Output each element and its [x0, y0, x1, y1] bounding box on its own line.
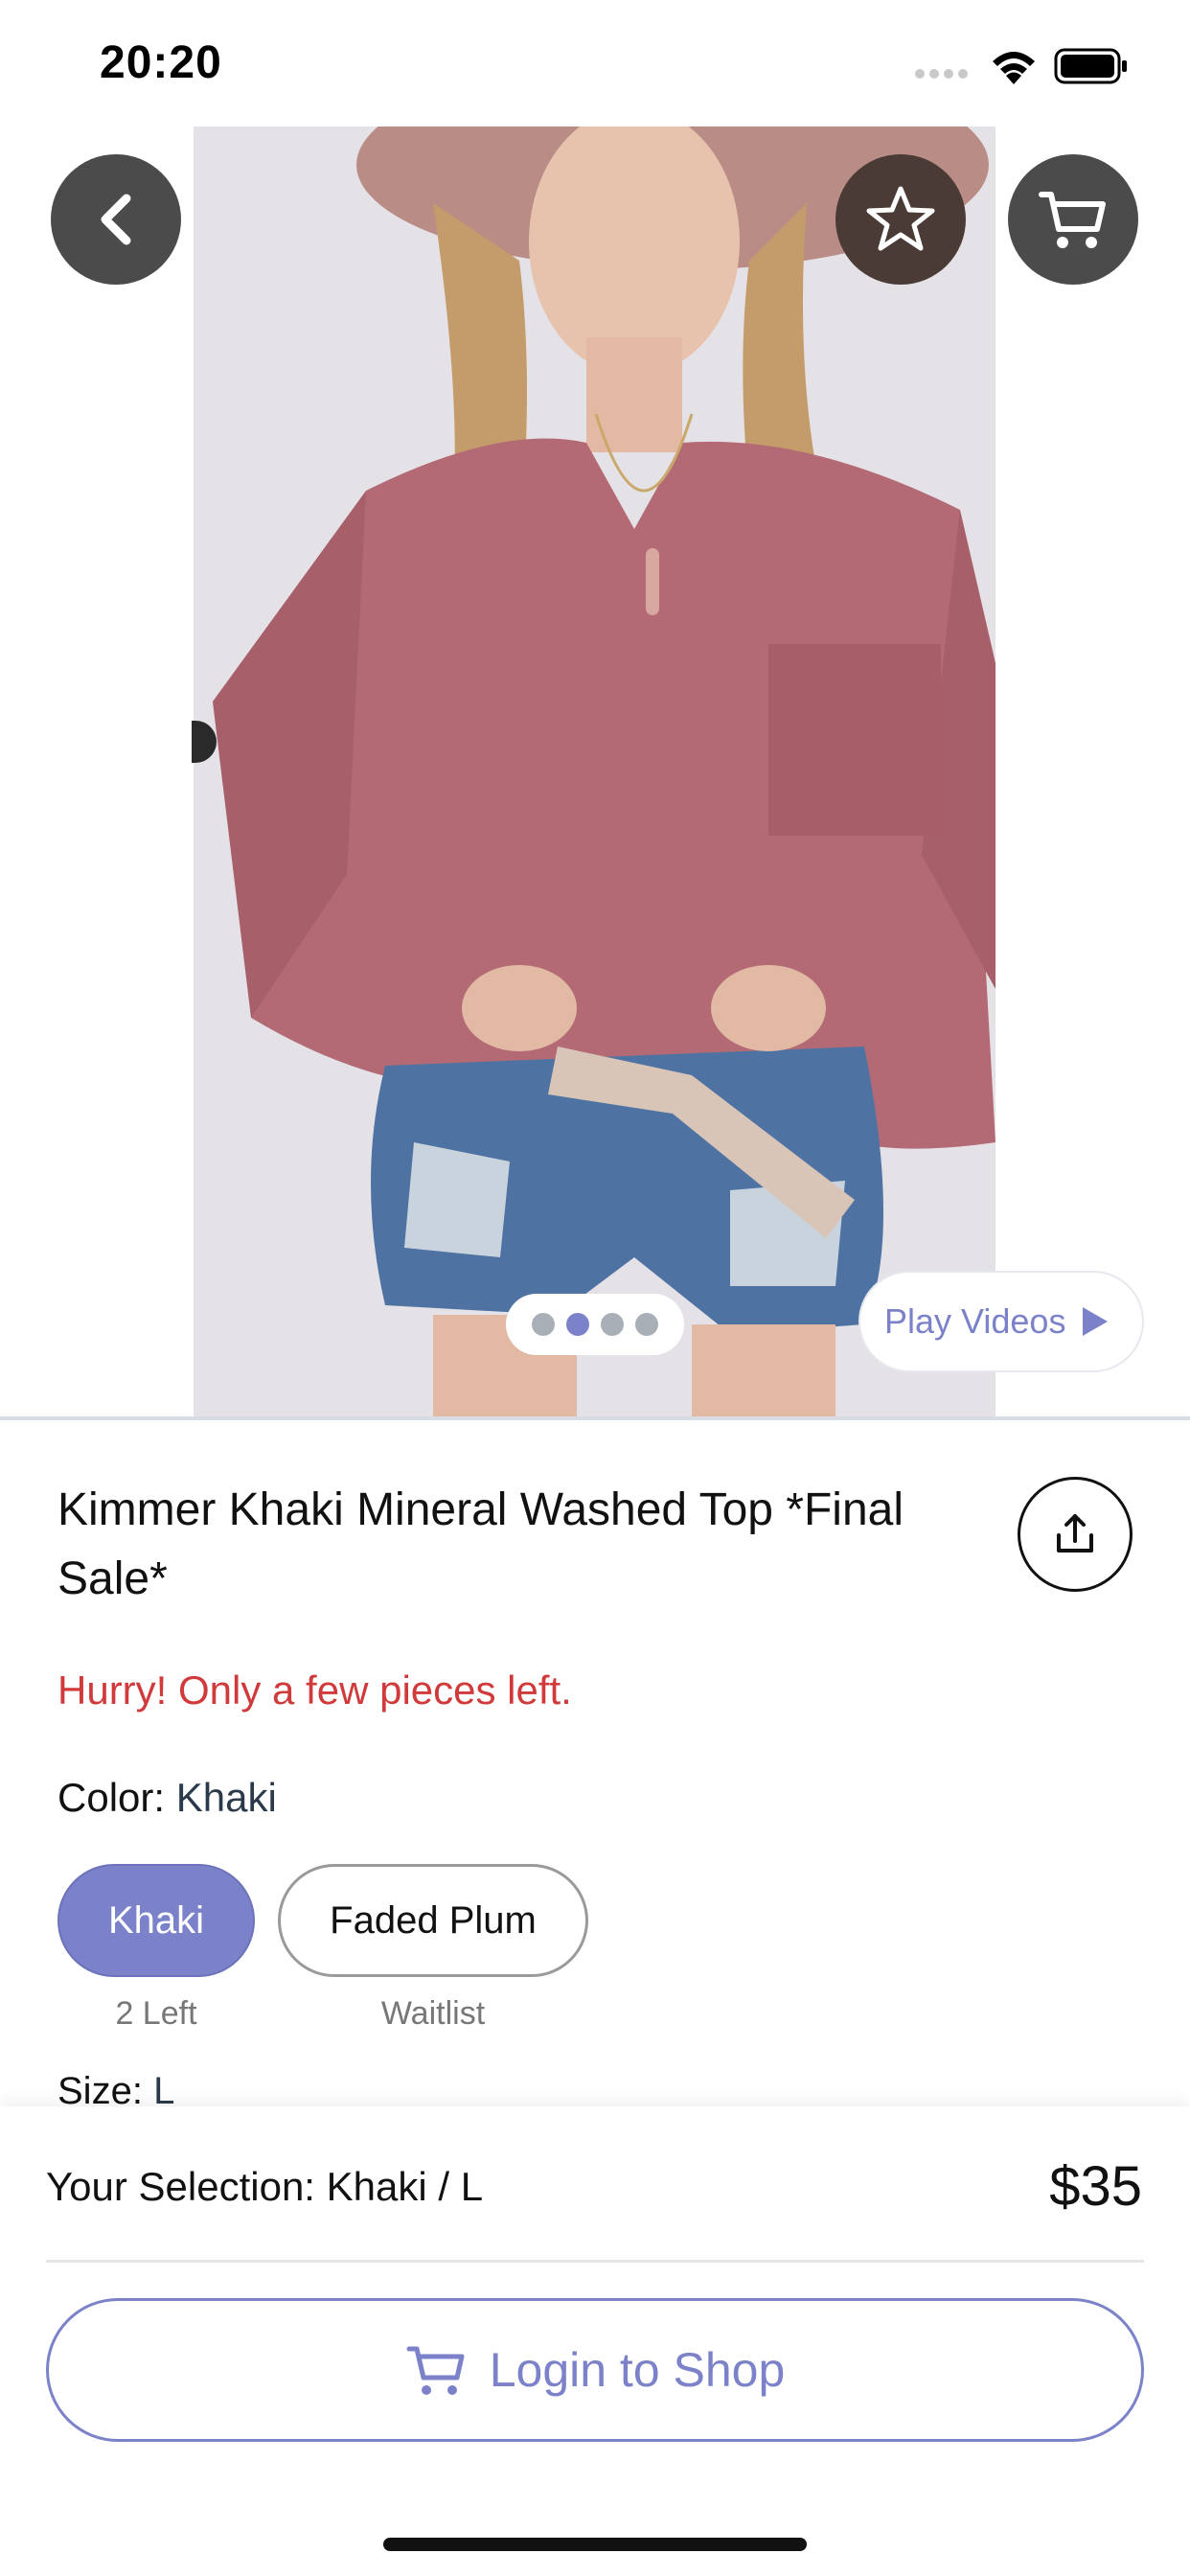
page-dot[interactable]	[532, 1313, 555, 1336]
shopping-cart-icon	[1039, 192, 1106, 248]
selection-summary: Your Selection: Khaki / L	[46, 2164, 484, 2209]
shopping-cart-icon	[406, 2346, 465, 2395]
star-icon	[866, 186, 935, 251]
price: $35	[1049, 2155, 1142, 2218]
play-videos-label: Play Videos	[884, 1301, 1066, 1341]
cart-button[interactable]	[1008, 154, 1138, 285]
divider	[46, 2260, 1144, 2263]
product-gallery[interactable]: Play Videos	[0, 126, 1190, 1420]
chevron-left-icon	[101, 194, 131, 245]
color-option-khaki-stock: 2 Left	[115, 1995, 197, 2032]
cellular-signal-icon	[915, 69, 968, 79]
size-label: Size:	[57, 2070, 143, 2108]
stock-warning: Hurry! Only a few pieces left.	[57, 1668, 572, 1713]
divider	[0, 1416, 1190, 1420]
color-value: Khaki	[175, 1775, 277, 1820]
page-dot[interactable]	[635, 1313, 658, 1336]
login-to-shop-button[interactable]: Login to Shop	[46, 2298, 1144, 2442]
home-indicator[interactable]	[383, 2538, 807, 2551]
wifi-icon	[993, 52, 1035, 84]
size-value: L	[153, 2070, 175, 2108]
share-button[interactable]	[1018, 1477, 1133, 1592]
back-button[interactable]	[51, 154, 181, 285]
gallery-pagination[interactable]	[506, 1294, 684, 1355]
product-title: Kimmer Khaki Mineral Washed Top *Final S…	[57, 1484, 904, 1604]
play-icon	[1083, 1307, 1109, 1336]
page-dot-active[interactable]	[566, 1313, 589, 1336]
share-icon	[1057, 1514, 1093, 1552]
favorite-button[interactable]	[835, 154, 966, 285]
color-row: Color: Khaki	[57, 1775, 277, 1821]
product-photo[interactable]	[194, 126, 995, 1418]
size-row: Size: L	[57, 2070, 174, 2108]
color-option-faded-plum-stock: Waitlist	[380, 1995, 486, 2032]
status-time: 20:20	[100, 37, 222, 88]
color-label: Color:	[57, 1775, 166, 1820]
status-bar: 20:20	[0, 0, 1190, 126]
play-videos-button[interactable]: Play Videos	[858, 1271, 1144, 1372]
color-option-khaki[interactable]: Khaki	[57, 1864, 255, 1977]
page-dot[interactable]	[601, 1313, 624, 1336]
login-to-shop-label: Login to Shop	[489, 2343, 786, 2397]
battery-icon	[1054, 48, 1127, 84]
color-option-faded-plum[interactable]: Faded Plum	[278, 1864, 588, 1977]
bottom-purchase-bar: Your Selection: Khaki / L $35 Login to S…	[0, 2106, 1190, 2576]
